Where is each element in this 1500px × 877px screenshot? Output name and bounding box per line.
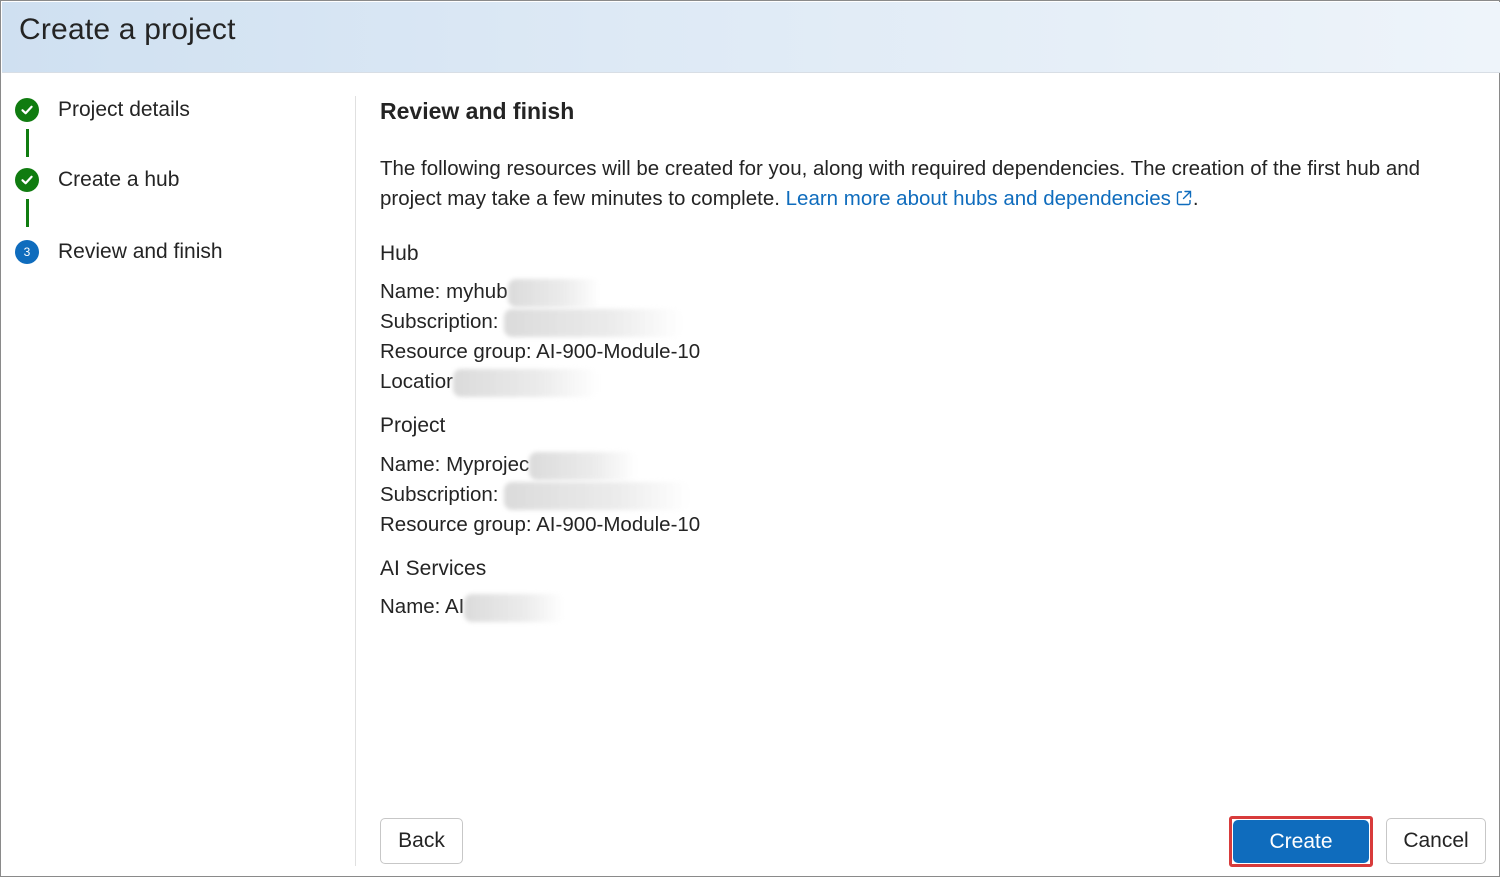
ai-services-name-row: Name: AI xyxy=(380,592,565,622)
step-project-details[interactable]: Project details xyxy=(15,97,190,123)
step-label: Review and finish xyxy=(58,240,223,263)
checkmark-icon xyxy=(15,168,39,192)
section-title: Review and finish xyxy=(380,98,575,124)
hub-location-row: Locatior xyxy=(380,367,598,397)
ai-services-name: Name: AI xyxy=(380,595,465,618)
hub-subscription-row: Subscription: xyxy=(380,307,683,337)
learn-more-link[interactable]: Learn more about hubs and dependencies xyxy=(786,187,1193,210)
dialog-title: Create a project xyxy=(19,13,236,46)
project-subscription: Subscription: xyxy=(380,483,505,506)
hub-resource-group-row: Resource group: AI-900-Module-10 xyxy=(380,337,700,367)
redacted-value xyxy=(452,368,598,397)
redacted-value xyxy=(529,451,638,480)
intro-end: . xyxy=(1192,187,1199,210)
step-connector xyxy=(26,199,29,227)
external-link-icon xyxy=(1176,190,1192,206)
project-name: Name: Myprojec xyxy=(380,453,530,476)
project-resource-group-row: Resource group: AI-900-Module-10 xyxy=(380,510,700,540)
project-heading: Project xyxy=(380,414,446,437)
wizard-stepper: Project details Create a hub 3 Review an… xyxy=(15,97,345,277)
hub-location: Locatior xyxy=(380,370,453,393)
redacted-value xyxy=(504,481,690,510)
checkmark-icon xyxy=(15,98,39,122)
ai-services-heading: AI Services xyxy=(380,557,487,580)
back-button[interactable]: Back xyxy=(380,818,463,864)
hub-subscription: Subscription: xyxy=(380,310,505,333)
dialog-header: Create a project xyxy=(2,2,1500,73)
hub-name: Name: myhub xyxy=(380,280,508,303)
create-button[interactable]: Create xyxy=(1233,820,1369,863)
step-review-finish[interactable]: 3 Review and finish xyxy=(15,239,223,265)
redacted-value xyxy=(504,308,683,337)
panel-divider xyxy=(355,96,356,866)
step-create-hub[interactable]: Create a hub xyxy=(15,167,179,193)
hub-name-row: Name: myhub xyxy=(380,277,600,307)
step-connector xyxy=(26,129,29,157)
hub-heading: Hub xyxy=(380,242,419,265)
project-name-row: Name: Myprojec xyxy=(380,450,638,480)
project-resource-group: Resource group: AI-900-Module-10 xyxy=(380,513,701,536)
redacted-value xyxy=(507,278,600,307)
create-project-dialog: Create a project Project details Create … xyxy=(0,0,1500,877)
project-subscription-row: Subscription: xyxy=(380,480,690,510)
step-label: Create a hub xyxy=(58,168,180,191)
step-number-badge: 3 xyxy=(15,240,39,264)
redacted-value xyxy=(464,593,565,622)
step-label: Project details xyxy=(58,98,190,121)
hub-resource-group: Resource group: AI-900-Module-10 xyxy=(380,340,701,363)
cancel-button[interactable]: Cancel xyxy=(1386,818,1486,864)
intro-paragraph: The following resources will be created … xyxy=(380,154,1470,214)
